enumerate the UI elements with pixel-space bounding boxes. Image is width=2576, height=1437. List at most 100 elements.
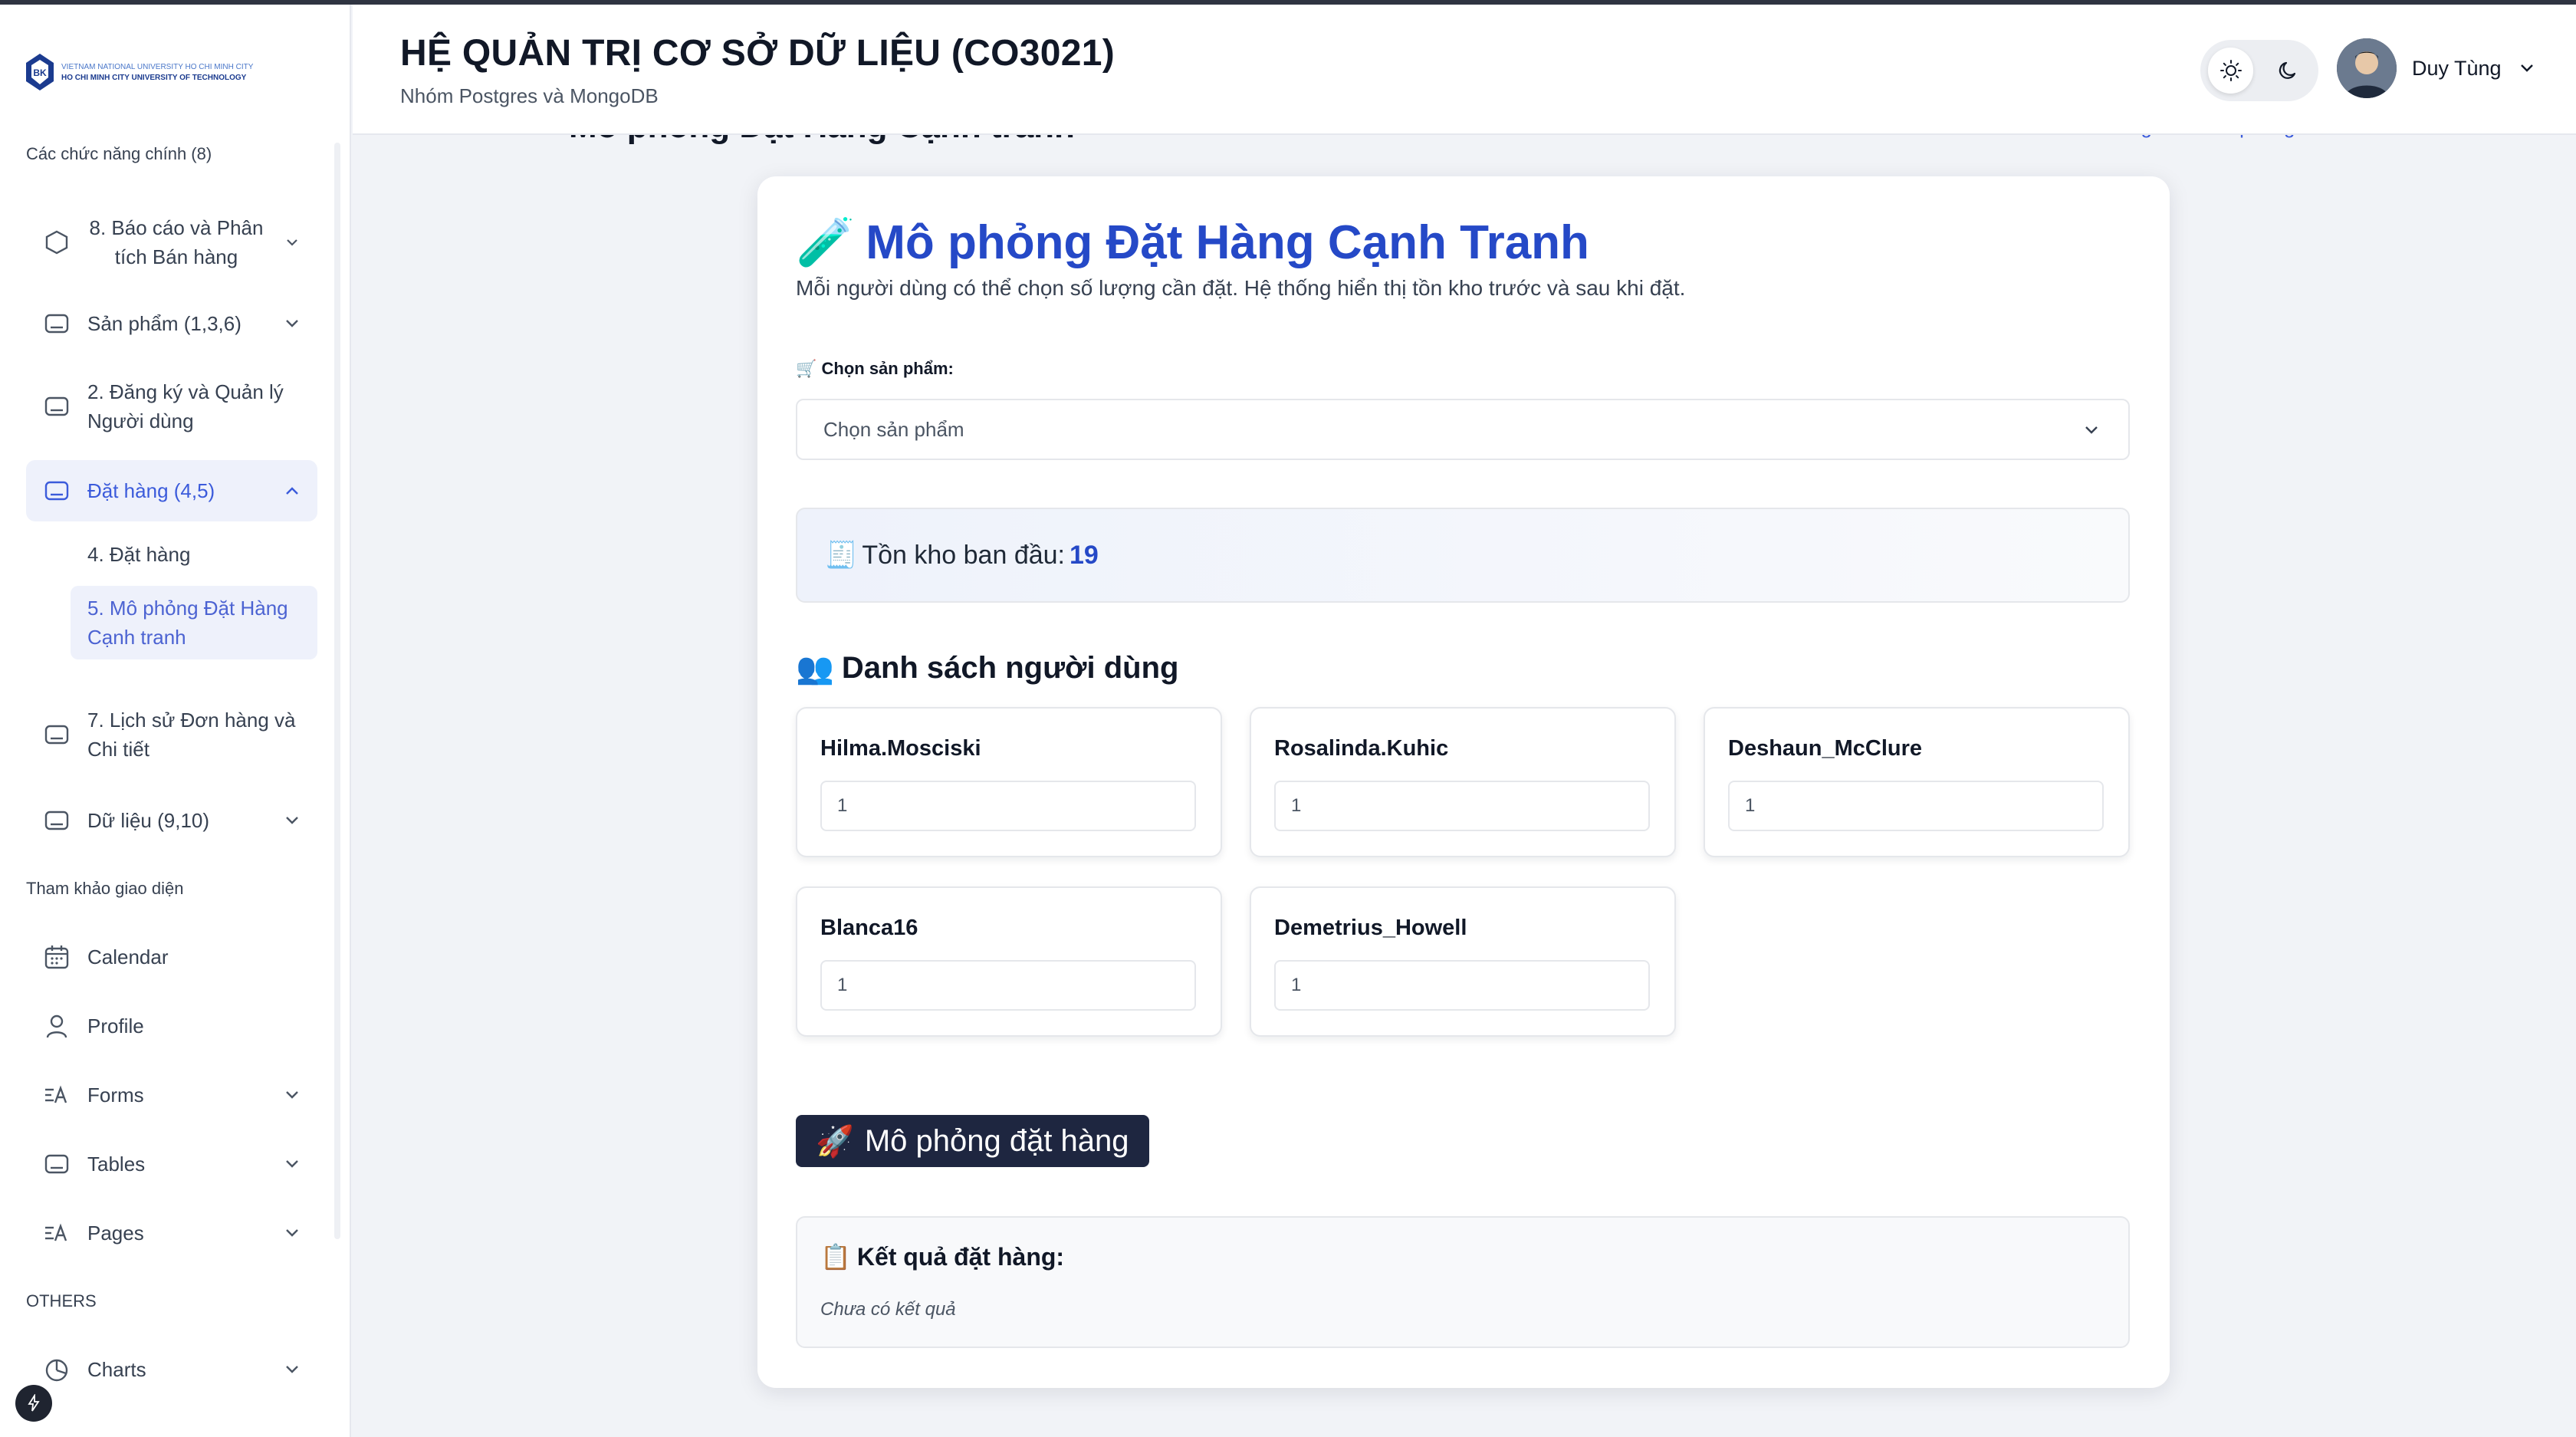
sidebar-item-label: 2. Đăng ký và Quản lý Người dùng bbox=[87, 380, 284, 432]
logo-icon: BK bbox=[25, 52, 55, 92]
product-select[interactable]: Chọn sản phẩm bbox=[796, 399, 2130, 460]
sidebar-item-tables[interactable]: Tables bbox=[26, 1144, 317, 1184]
stock-label: Tồn kho ban đầu: bbox=[862, 540, 1065, 570]
theme-toggle[interactable] bbox=[2200, 40, 2318, 101]
users-heading-text: Danh sách người dùng bbox=[841, 651, 1179, 685]
app-subtitle: Nhóm Postgres và MongoDB bbox=[400, 84, 659, 107]
user-card-name: Rosalinda.Kuhic bbox=[1274, 736, 1449, 761]
light-mode-button[interactable] bbox=[2208, 48, 2253, 94]
card-title-text: Mô phỏng Đặt Hàng Cạnh Tranh bbox=[866, 216, 1589, 269]
user-name: Duy Tùng bbox=[2412, 56, 2502, 80]
moon-icon bbox=[2279, 61, 2295, 79]
pie-chart-icon bbox=[43, 1356, 71, 1383]
simulate-order-button[interactable]: 🚀 Mô phỏng đặt hàng bbox=[796, 1115, 1149, 1167]
section-main-label: Các chức năng chính (8) bbox=[26, 144, 212, 163]
chevron-down-icon bbox=[282, 1085, 302, 1105]
order-result-box: 📋 Kết quả đặt hàng: Chưa có kết quả bbox=[796, 1216, 2130, 1348]
users-icon: 👥 bbox=[796, 652, 834, 686]
rocket-icon: 🚀 bbox=[816, 1124, 854, 1159]
sidebar-item-label: Charts bbox=[87, 1358, 146, 1381]
sidebar-item-forms[interactable]: Forms bbox=[26, 1075, 317, 1115]
box-icon bbox=[43, 229, 71, 256]
chevron-down-icon bbox=[282, 1223, 302, 1243]
square-icon bbox=[43, 807, 71, 834]
avatar bbox=[2337, 38, 2397, 98]
card-description: Mỗi người dùng có thể chọn số lượng cần … bbox=[796, 276, 1686, 300]
sidebar-item-calendar[interactable]: Calendar bbox=[26, 937, 317, 977]
sidebar-item-sales-report[interactable]: 8. Báo cáo và Phân tích Bán hàng bbox=[26, 206, 317, 279]
sidebar-item-pages[interactable]: Pages bbox=[26, 1213, 317, 1253]
sidebar-item-products[interactable]: Sản phẩm (1,3,6) bbox=[26, 304, 317, 344]
top-header: HỆ QUẢN TRỊ CƠ SỞ DỮ LIỆU (CO3021) Nhóm … bbox=[353, 5, 2576, 135]
sidebar-item-label: 8. Báo cáo và Phân tích Bán hàng bbox=[89, 216, 264, 268]
logo-line-2: HO CHI MINH CITY UNIVERSITY OF TECHNOLOG… bbox=[61, 73, 247, 82]
user-card-name: Hilma.Mosciski bbox=[820, 736, 981, 761]
user-card: Demetrius_Howell bbox=[1250, 886, 1676, 1037]
users-heading: 👥 Danh sách người dùng bbox=[796, 650, 1178, 686]
sidebar-item-label: Sản phẩm (1,3,6) bbox=[87, 312, 242, 335]
svg-text:BK: BK bbox=[33, 67, 47, 78]
sidebar-item-label: Đặt hàng (4,5) bbox=[87, 479, 215, 502]
sidebar-subitem-competitive-order[interactable]: 5. Mô phỏng Đặt Hàng Cạnh tranh bbox=[71, 586, 317, 659]
sidebar-subitem-place-order[interactable]: 4. Đặt hàng bbox=[71, 540, 317, 569]
stock-value: 19 bbox=[1070, 540, 1099, 570]
sidebar-item-orders[interactable]: Đặt hàng (4,5) bbox=[26, 460, 317, 521]
result-heading: 📋 Kết quả đặt hàng: bbox=[820, 1242, 1064, 1271]
user-card: Blanca16 bbox=[796, 886, 1222, 1037]
clipboard-icon: 📋 bbox=[820, 1243, 851, 1271]
result-heading-text: Kết quả đặt hàng: bbox=[856, 1242, 1065, 1271]
quantity-input[interactable] bbox=[1274, 960, 1650, 1011]
product-select-label: 🛒 Chọn sản phẩm: bbox=[796, 359, 954, 378]
dark-mode-button[interactable] bbox=[2266, 48, 2311, 94]
calendar-icon bbox=[43, 943, 71, 971]
square-icon bbox=[43, 721, 71, 748]
sidebar-item-label: Profile bbox=[87, 1014, 144, 1037]
test-tube-icon: 🧪 bbox=[796, 216, 856, 269]
chevron-down-icon bbox=[2085, 426, 2098, 434]
logo-line-1: VIETNAM NATIONAL UNIVERSITY HO CHI MINH … bbox=[61, 62, 254, 71]
chevron-down-icon bbox=[282, 811, 302, 830]
sidebar: BK VIETNAM NATIONAL UNIVERSITY HO CHI MI… bbox=[0, 5, 351, 1437]
simulate-order-label: Mô phỏng đặt hàng bbox=[864, 1123, 1129, 1158]
chevron-down-icon bbox=[282, 1360, 302, 1379]
sidebar-item-data[interactable]: Dữ liệu (9,10) bbox=[26, 801, 317, 840]
chevron-down-icon bbox=[282, 1154, 302, 1174]
chevron-up-icon bbox=[282, 481, 302, 501]
sun-icon bbox=[2220, 60, 2242, 81]
section-reference-label: Tham khảo giao diện bbox=[26, 879, 184, 898]
sidebar-item-label: Calendar bbox=[87, 945, 169, 968]
sidebar-item-charts[interactable]: Charts bbox=[26, 1350, 317, 1389]
sidebar-item-label: 7. Lịch sử Đơn hàng và Chi tiết bbox=[87, 709, 296, 761]
forms-icon bbox=[43, 1081, 71, 1109]
user-icon bbox=[43, 1012, 71, 1040]
quantity-input[interactable] bbox=[1728, 781, 2104, 831]
chevron-down-icon bbox=[282, 314, 302, 334]
chevron-down-icon bbox=[2520, 64, 2533, 72]
user-card-name: Blanca16 bbox=[820, 916, 918, 940]
user-menu[interactable]: Duy Tùng bbox=[2337, 38, 2537, 98]
sidebar-item-user-management[interactable]: 2. Đăng ký và Quản lý Người dùng bbox=[26, 376, 317, 437]
bolt-button[interactable] bbox=[15, 1385, 52, 1422]
app-title: HỆ QUẢN TRỊ CƠ SỞ DỮ LIỆU (CO3021) bbox=[400, 33, 1116, 74]
user-card: Hilma.Mosciski bbox=[796, 707, 1222, 857]
sidebar-item-profile[interactable]: Profile bbox=[26, 1006, 317, 1046]
card-title: 🧪 Mô phỏng Đặt Hàng Cạnh Tranh bbox=[796, 215, 1589, 271]
table-icon bbox=[43, 1150, 71, 1178]
user-card-name: Deshaun_McClure bbox=[1728, 736, 1923, 761]
user-card-name: Demetrius_Howell bbox=[1274, 916, 1467, 940]
quantity-input[interactable] bbox=[820, 781, 1196, 831]
initial-stock-box: 🧾 Tồn kho ban đầu: 19 bbox=[796, 508, 2130, 603]
university-logo[interactable]: BK VIETNAM NATIONAL UNIVERSITY HO CHI MI… bbox=[25, 52, 253, 92]
quantity-input[interactable] bbox=[820, 960, 1196, 1011]
sidebar-item-label: Forms bbox=[87, 1084, 144, 1107]
user-card: Rosalinda.Kuhic bbox=[1250, 707, 1676, 857]
sidebar-item-label: Pages bbox=[87, 1222, 144, 1245]
square-icon bbox=[43, 393, 71, 420]
receipt-icon: 🧾 bbox=[825, 541, 858, 570]
sidebar-item-order-history[interactable]: 7. Lịch sử Đơn hàng và Chi tiết bbox=[26, 704, 317, 765]
sidebar-scrollbar[interactable] bbox=[334, 143, 340, 1239]
sidebar-item-label: Tables bbox=[87, 1153, 146, 1176]
bolt-icon bbox=[28, 1394, 40, 1412]
quantity-input[interactable] bbox=[1274, 781, 1650, 831]
result-text: Chưa có kết quả bbox=[820, 1299, 956, 1320]
